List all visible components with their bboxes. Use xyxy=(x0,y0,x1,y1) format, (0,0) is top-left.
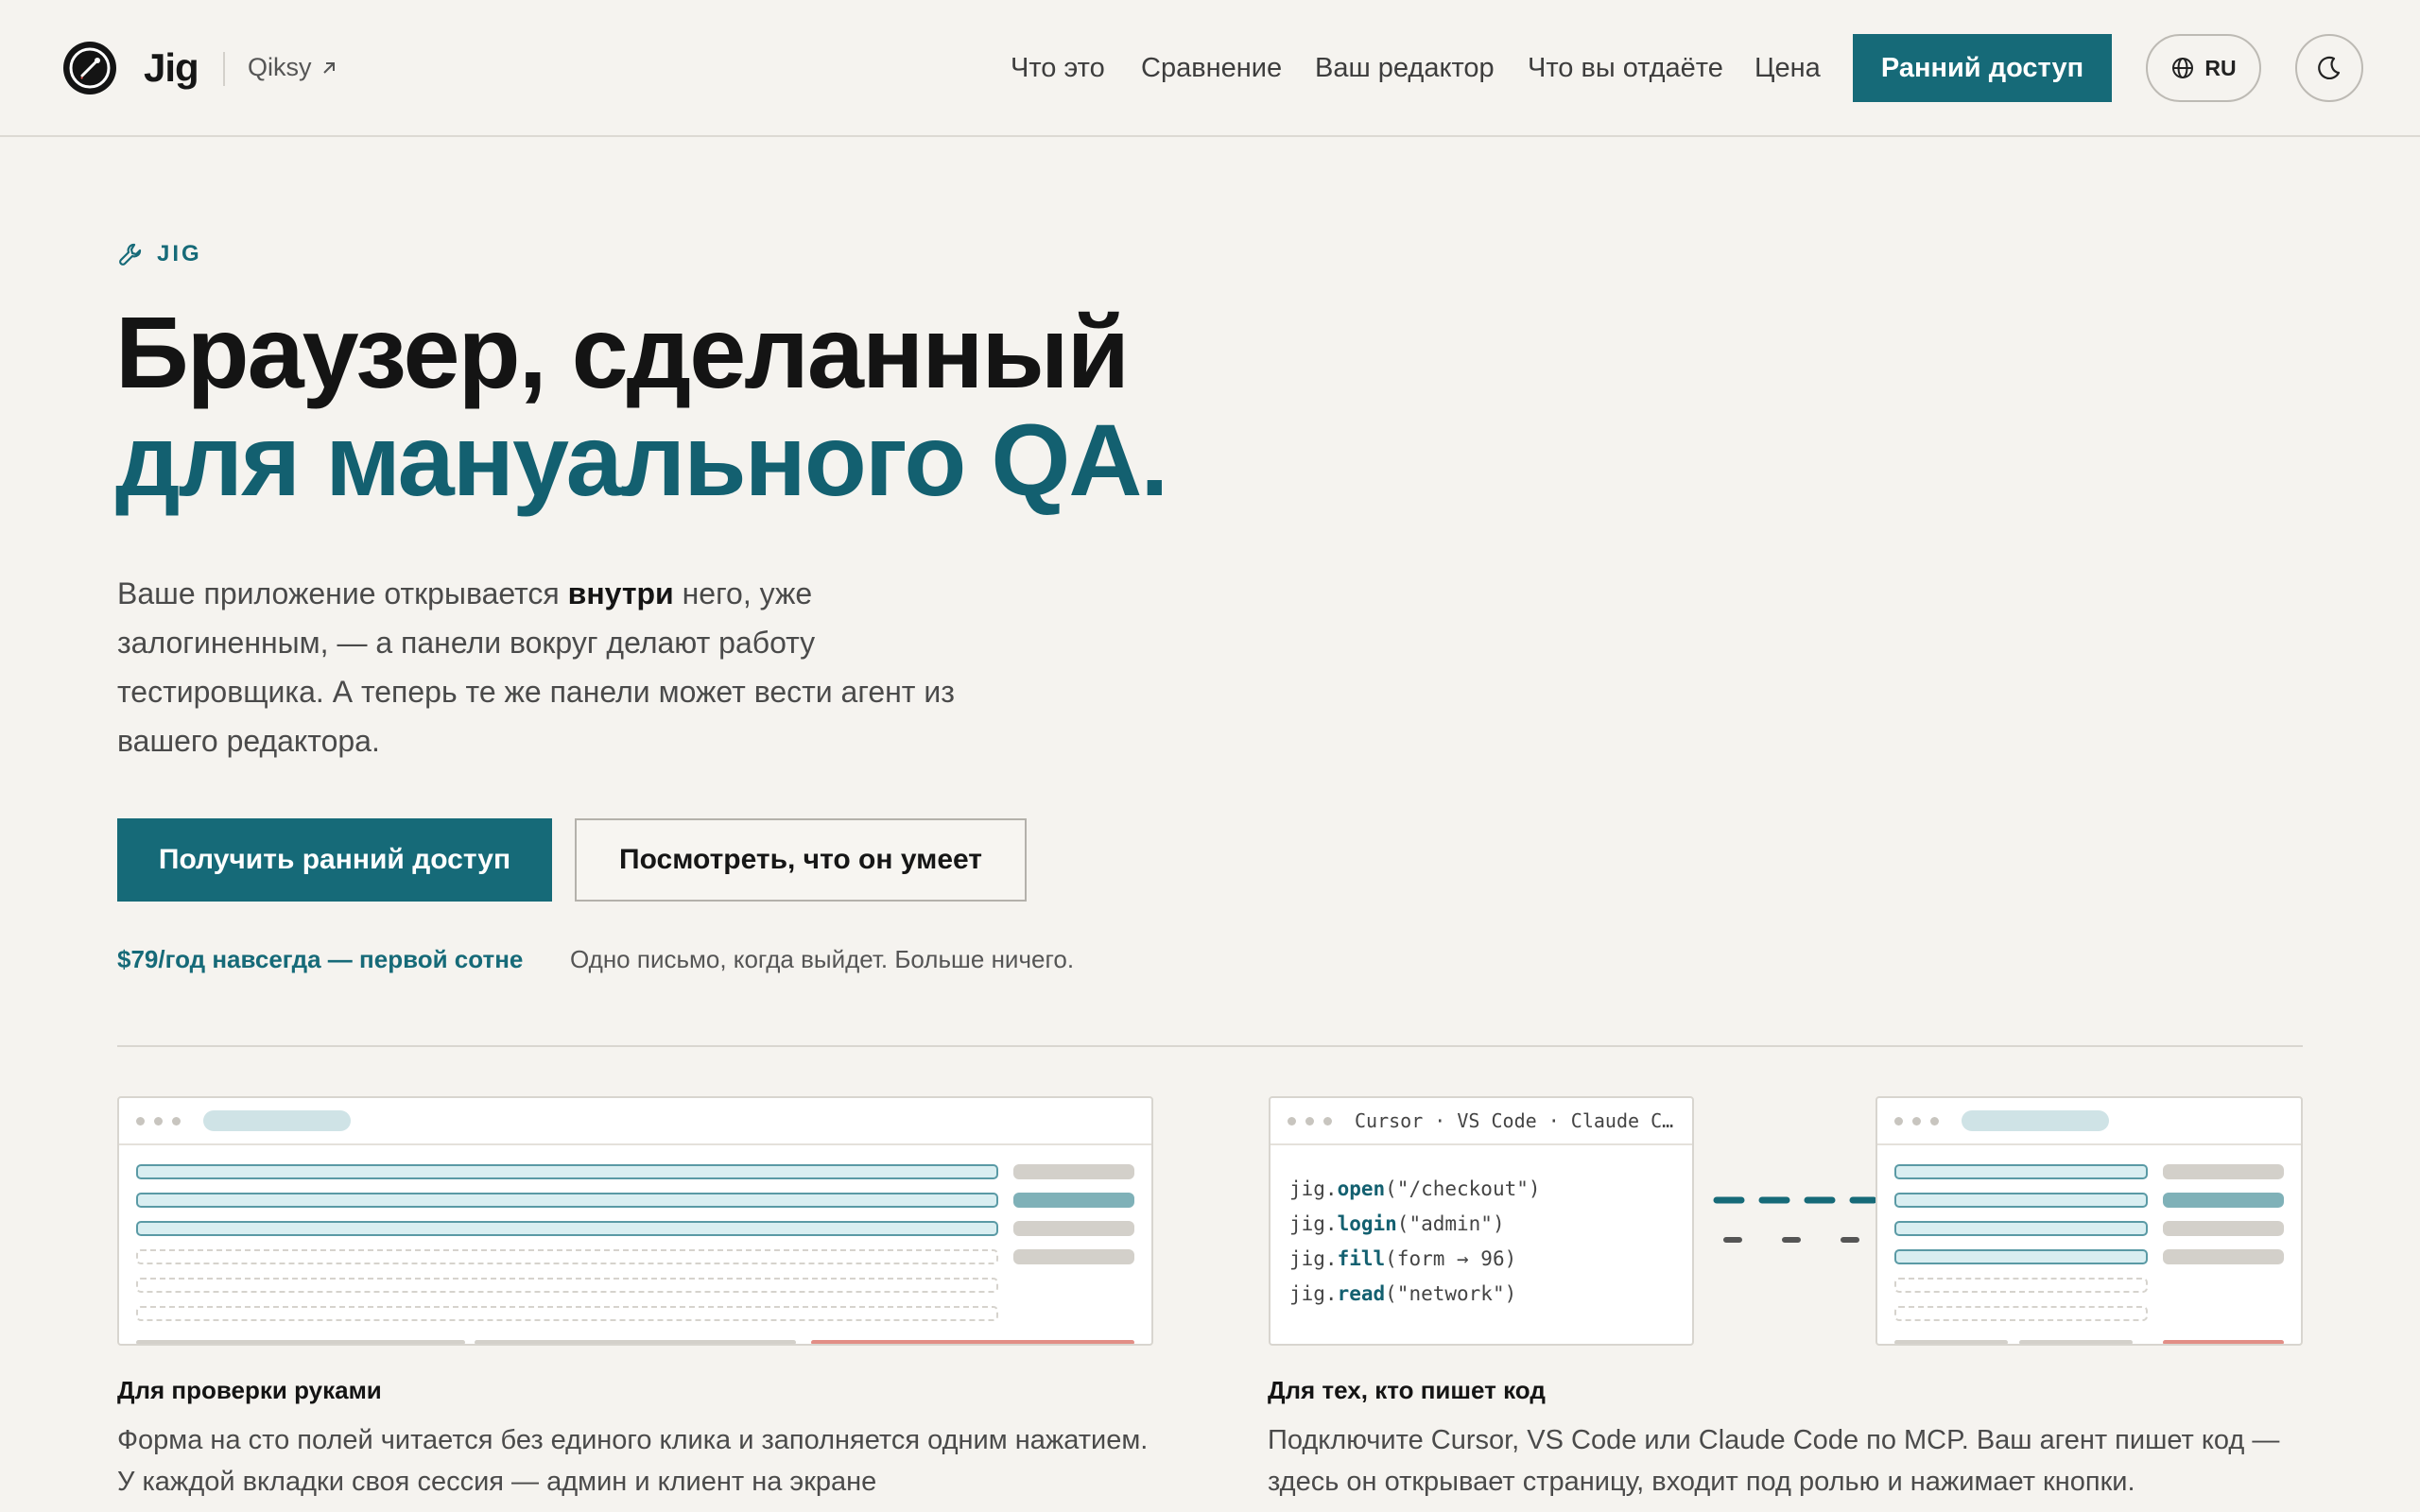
code-line: jig.open("/checkout") xyxy=(1289,1177,1541,1200)
hero-lead: Ваше приложение открывается внутри него,… xyxy=(117,569,1025,765)
nav-price[interactable]: Цена xyxy=(1754,53,1821,84)
editor-title: Cursor · VS Code · Claude C… xyxy=(1355,1109,1674,1132)
top-header: Jig Qiksy Что это Сравнение Ваш редактор… xyxy=(0,0,2420,137)
eyebrow-label: JIG xyxy=(157,241,202,266)
status-strip-error xyxy=(2163,1340,2284,1344)
form-row xyxy=(136,1278,998,1293)
theme-toggle-button[interactable] xyxy=(2295,34,2363,102)
language-switcher[interactable]: RU xyxy=(2146,34,2261,102)
feature-manual-text: Форма на сто полей читается без единого … xyxy=(117,1425,1149,1497)
brand-name[interactable]: Jig xyxy=(144,45,199,91)
hero-title: Браузер, сделанный для мануального QA. xyxy=(115,295,1168,517)
qiksy-link[interactable]: Qiksy xyxy=(248,53,338,82)
brand-divider xyxy=(223,52,225,86)
mockup-url-bar xyxy=(203,1110,351,1131)
status-strip-error xyxy=(811,1340,1134,1344)
status-strip xyxy=(136,1340,465,1344)
side-panel-item xyxy=(2163,1193,2284,1208)
hero-title-line1: Браузер, сделанный xyxy=(115,295,1130,409)
wrench-icon xyxy=(119,243,142,266)
language-label: RU xyxy=(2204,55,2237,80)
nav-comparison[interactable]: Сравнение xyxy=(1141,53,1282,84)
hero-title-line2: для мануального QA. xyxy=(115,403,1168,517)
feature-manual-title: Для проверки руками xyxy=(117,1376,382,1404)
form-row xyxy=(136,1221,998,1236)
mockup-titlebar xyxy=(1877,1098,2301,1145)
status-strip xyxy=(2019,1340,2133,1344)
side-panel-item xyxy=(2163,1164,2284,1179)
section-divider xyxy=(117,1045,2303,1047)
side-panel-item xyxy=(1013,1164,1134,1179)
form-row xyxy=(1894,1221,2148,1236)
nav-what-is-it[interactable]: Что это xyxy=(1011,53,1105,84)
price-note: $79/год навсегда — первой сотне xyxy=(117,945,524,973)
side-panel-item xyxy=(1013,1193,1134,1208)
external-arrow-icon xyxy=(322,61,335,74)
globe-icon xyxy=(2172,58,2194,78)
moon-icon xyxy=(2318,56,2341,79)
form-row xyxy=(1894,1306,2148,1321)
browser-mockup-agent xyxy=(1876,1096,2303,1346)
form-row xyxy=(136,1164,998,1179)
feature-code-title: Для тех, кто пишет код xyxy=(1268,1376,1546,1404)
jig-logo-icon[interactable] xyxy=(61,40,118,96)
browser-mockup-manual xyxy=(117,1096,1153,1346)
form-row xyxy=(136,1249,998,1264)
side-panel-item xyxy=(1013,1249,1134,1264)
form-row xyxy=(136,1193,998,1208)
form-row xyxy=(1894,1164,2148,1179)
form-row xyxy=(1894,1193,2148,1208)
side-panel-item xyxy=(2163,1221,2284,1236)
mockup-titlebar xyxy=(119,1098,1151,1145)
form-row xyxy=(1894,1249,2148,1264)
editor-titlebar: Cursor · VS Code · Claude C… xyxy=(1270,1098,1692,1145)
side-panel-item xyxy=(2163,1249,2284,1264)
feature-code-text: Подключите Cursor, VS Code или Claude Co… xyxy=(1268,1425,2280,1497)
lead-emphasis: внутри xyxy=(567,576,674,610)
code-snippet: jig.open("/checkout") jig.login("admin")… xyxy=(1289,1172,1541,1312)
code-line: jig.fill(form → 96) xyxy=(1289,1247,1517,1270)
code-line: jig.read("network") xyxy=(1289,1282,1517,1305)
lead-part-1: Ваше приложение открывается xyxy=(117,576,568,610)
status-strip xyxy=(1894,1340,2008,1344)
form-row xyxy=(136,1306,998,1321)
nav-your-editor[interactable]: Ваш редактор xyxy=(1315,53,1495,84)
get-early-access-button[interactable]: Получить ранний доступ xyxy=(117,818,552,902)
early-access-button[interactable]: Ранний доступ xyxy=(1853,34,2112,102)
see-features-button[interactable]: Посмотреть, что он умеет xyxy=(575,818,1027,902)
qiksy-link-label: Qiksy xyxy=(248,53,312,81)
side-panel-item xyxy=(1013,1221,1134,1236)
code-line: jig.login("admin") xyxy=(1289,1212,1505,1235)
editor-mockup: Cursor · VS Code · Claude C… jig.open("/… xyxy=(1269,1096,1694,1346)
connector-dashes xyxy=(1703,1196,1876,1243)
status-strip xyxy=(475,1340,796,1344)
form-row xyxy=(1894,1278,2148,1293)
price-subnote: Одно письмо, когда выйдет. Больше ничего… xyxy=(570,945,1075,973)
hero-eyebrow: JIG xyxy=(117,241,202,267)
mockup-url-bar xyxy=(1962,1110,2109,1131)
nav-what-you-give[interactable]: Что вы отдаёте xyxy=(1528,53,1723,84)
